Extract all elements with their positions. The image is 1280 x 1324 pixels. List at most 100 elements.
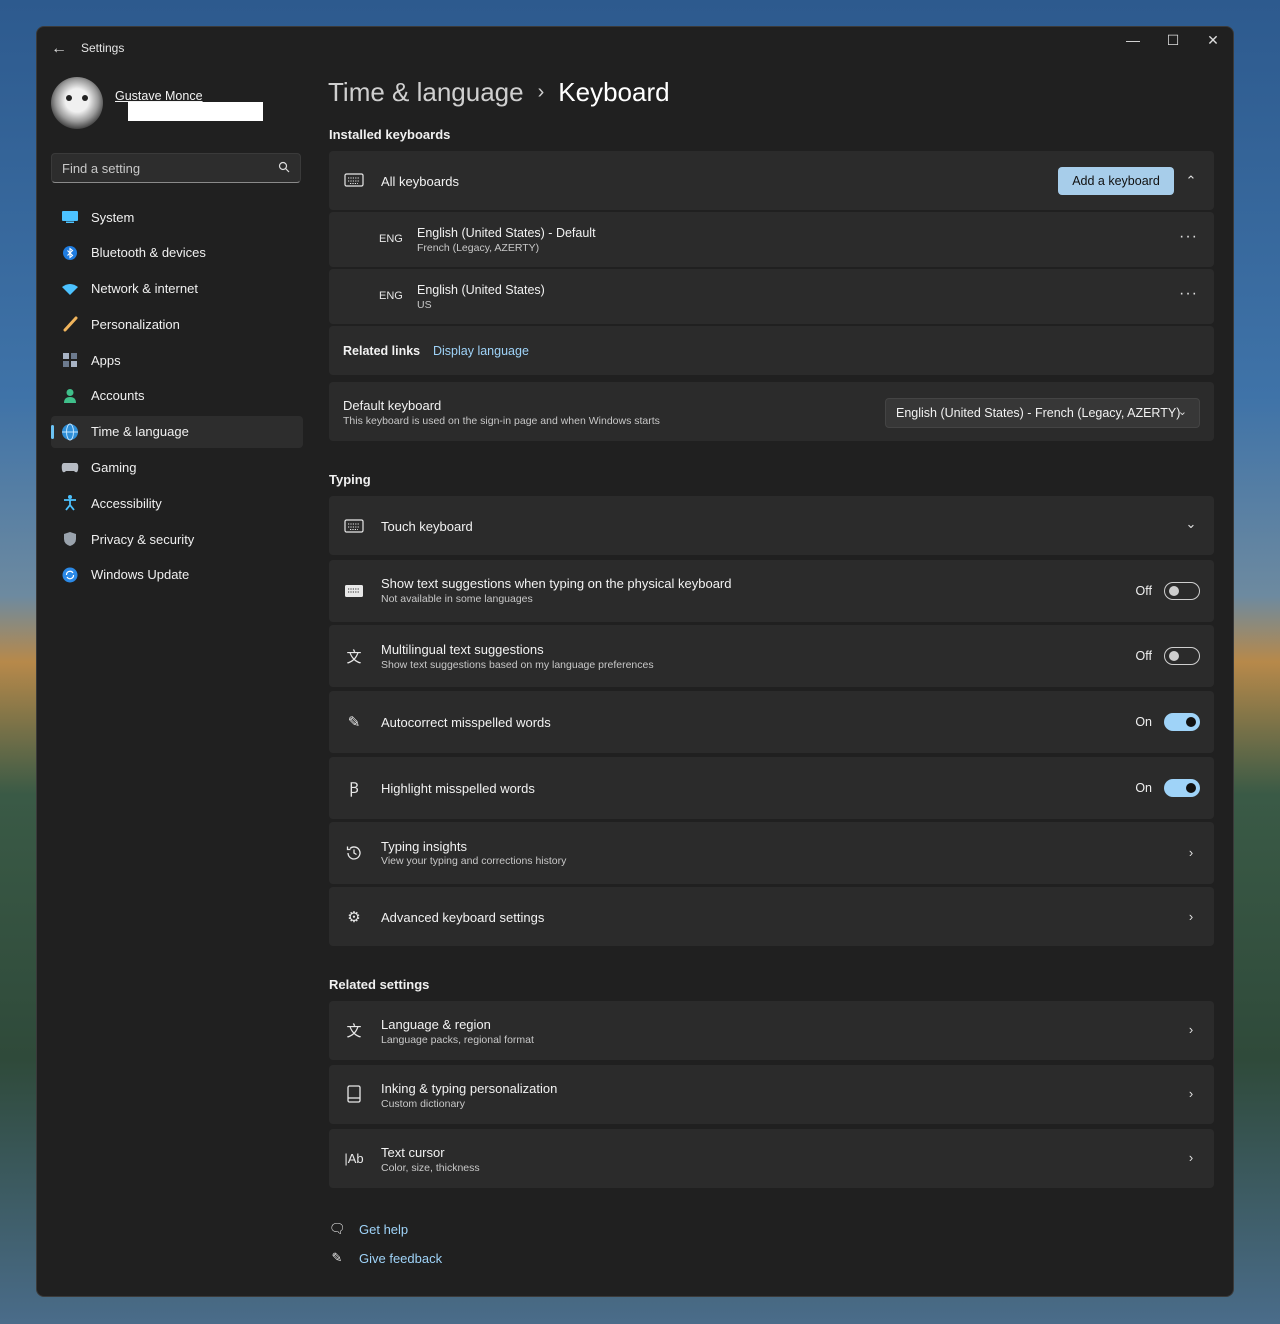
chevron-down-icon: ⌄ <box>1177 406 1187 418</box>
chevron-right-icon[interactable]: › <box>1184 1150 1198 1165</box>
sidebar-item-network[interactable]: Network & internet <box>51 273 303 305</box>
related-setting-title: Text cursor <box>381 1145 445 1160</box>
chevron-right-icon[interactable]: › <box>1184 845 1198 860</box>
related-setting-title: Language & region <box>381 1017 491 1032</box>
close-button[interactable]: ✕ <box>1193 27 1233 53</box>
more-options-icon[interactable]: ··· <box>1179 228 1198 246</box>
give-feedback-link[interactable]: ✎ Give feedback <box>329 1250 443 1266</box>
apps-icon <box>61 351 79 369</box>
toggle-switch[interactable] <box>1164 647 1200 665</box>
related-setting-description: Language packs, regional format <box>381 1034 534 1046</box>
toggle-state-label: On <box>1135 715 1152 729</box>
sidebar-item-label: Gaming <box>91 460 137 476</box>
sidebar-item-personalization[interactable]: Personalization <box>51 308 303 340</box>
chevron-up-icon[interactable]: ⌃ <box>1184 173 1198 188</box>
avatar <box>51 77 103 129</box>
globe-clock-icon <box>61 423 79 441</box>
sidebar-nav: System Bluetooth & devices Network & int… <box>51 201 303 595</box>
search-icon[interactable] <box>278 161 290 173</box>
more-options-icon[interactable]: ··· <box>1179 285 1198 303</box>
sidebar-item-label: Accessibility <box>91 495 162 511</box>
keyboard-title: English (United States) <box>417 283 545 297</box>
inking-typing-row[interactable]: Inking & typing personalization Custom d… <box>329 1065 1214 1124</box>
keyboard-layout: French (Legacy, AZERTY) <box>417 242 540 254</box>
brush-icon <box>61 315 79 333</box>
sidebar-item-accounts[interactable]: Accounts <box>51 380 303 412</box>
maximize-button[interactable]: ☐ <box>1153 27 1193 53</box>
shield-icon <box>61 530 79 548</box>
sidebar-item-label: Personalization <box>91 316 180 332</box>
highlight-toggle[interactable]: On <box>1134 779 1200 797</box>
keyboard-layout: US <box>417 299 432 311</box>
keyboard-icon <box>343 169 365 191</box>
default-keyboard-title: Default keyboard <box>343 398 442 413</box>
sidebar-item-bluetooth[interactable]: Bluetooth & devices <box>51 237 303 269</box>
multilingual-toggle[interactable]: Off <box>1134 647 1200 665</box>
toggle-state-label: Off <box>1135 649 1152 663</box>
advanced-keyboard-row[interactable]: ⚙ Advanced keyboard settings › <box>329 887 1214 946</box>
typing-insights-row[interactable]: Typing insights View your typing and cor… <box>329 822 1214 884</box>
autocorrect-row: ✎ Autocorrect misspelled words On <box>329 691 1214 753</box>
redacted-email <box>128 102 263 121</box>
settings-window: ← Settings — ☐ ✕ Gustave Monce System Bl… <box>36 26 1234 1297</box>
user-profile[interactable]: Gustave Monce <box>51 77 321 133</box>
toggle-switch[interactable] <box>1164 713 1200 731</box>
sidebar-item-label: Network & internet <box>91 281 198 297</box>
page-title: Keyboard <box>558 77 670 107</box>
minimize-button[interactable]: — <box>1113 27 1153 53</box>
section-typing: Typing <box>329 472 371 487</box>
sidebar-item-gaming[interactable]: Gaming <box>51 452 303 484</box>
breadcrumb: Time & language › Keyboard <box>328 77 670 108</box>
person-icon <box>61 387 79 405</box>
highlight-spelling-icon: Ꞵ <box>349 780 359 797</box>
sidebar-item-privacy[interactable]: Privacy & security <box>51 523 303 555</box>
keyboard-item: ENG English (United States) US ··· <box>329 269 1214 324</box>
related-setting-description: Color, size, thickness <box>381 1162 480 1174</box>
sidebar-item-accessibility[interactable]: Accessibility <box>51 487 303 519</box>
chevron-right-icon[interactable]: › <box>1184 1022 1198 1037</box>
multilingual-row: 文 Multilingual text suggestions Show tex… <box>329 625 1214 687</box>
toggle-switch[interactable] <box>1164 582 1200 600</box>
controller-icon <box>61 459 79 477</box>
language-region-row[interactable]: 文 Language & region Language packs, regi… <box>329 1001 1214 1060</box>
search-box[interactable] <box>51 153 301 183</box>
breadcrumb-parent[interactable]: Time & language <box>328 77 524 108</box>
section-related-settings: Related settings <box>329 977 430 992</box>
back-arrow-icon[interactable]: ← <box>49 39 69 59</box>
sidebar-item-time-language[interactable]: Time & language <box>51 415 303 448</box>
default-keyboard-select[interactable]: English (United States) - French (Legacy… <box>885 398 1200 428</box>
give-feedback-label: Give feedback <box>359 1250 443 1266</box>
toggle-switch[interactable] <box>1164 779 1200 797</box>
default-keyboard-description: This keyboard is used on the sign-in pag… <box>343 415 660 427</box>
chevron-right-icon[interactable]: › <box>1184 909 1198 924</box>
advanced-keyboard-title: Advanced keyboard settings <box>381 910 545 925</box>
autocorrect-toggle[interactable]: On <box>1134 713 1200 731</box>
profile-name[interactable]: Gustave Monce <box>115 89 203 103</box>
search-input[interactable] <box>52 154 272 182</box>
language-code: ENG <box>379 233 403 245</box>
add-keyboard-button[interactable]: Add a keyboard <box>1058 167 1174 195</box>
autocorrect-icon: ✎ <box>347 714 361 731</box>
keyboard-title: English (United States) - Default <box>417 226 596 240</box>
typing-insights-description: View your typing and corrections history <box>381 855 567 867</box>
system-icon <box>61 208 79 226</box>
keyboard-filled-icon <box>343 580 365 602</box>
sidebar-item-windows-update[interactable]: Windows Update <box>51 559 303 591</box>
display-language-link[interactable]: Display language <box>433 344 529 358</box>
get-help-link[interactable]: 🗨 Get help <box>329 1221 408 1237</box>
language-icon: 文 <box>346 1022 362 1040</box>
toggle-state-label: Off <box>1135 584 1152 598</box>
language-icon: 文 <box>346 648 362 666</box>
all-keyboards-header[interactable]: All keyboards Add a keyboard ⌃ <box>329 151 1214 210</box>
sidebar-item-apps[interactable]: Apps <box>51 344 303 376</box>
touch-keyboard-row[interactable]: Touch keyboard ⌄ <box>329 496 1214 555</box>
get-help-label: Get help <box>359 1221 409 1237</box>
accessibility-icon <box>61 494 79 512</box>
keyboard-item: ENG English (United States) - Default Fr… <box>329 212 1214 267</box>
text-suggestions-toggle[interactable]: Off <box>1134 582 1200 600</box>
keyboard-icon <box>343 515 365 537</box>
sidebar-item-system[interactable]: System <box>51 201 303 233</box>
chevron-down-icon[interactable]: ⌄ <box>1184 516 1198 531</box>
text-cursor-row[interactable]: |Ab Text cursor Color, size, thickness › <box>329 1129 1214 1188</box>
chevron-right-icon[interactable]: › <box>1184 1086 1198 1101</box>
